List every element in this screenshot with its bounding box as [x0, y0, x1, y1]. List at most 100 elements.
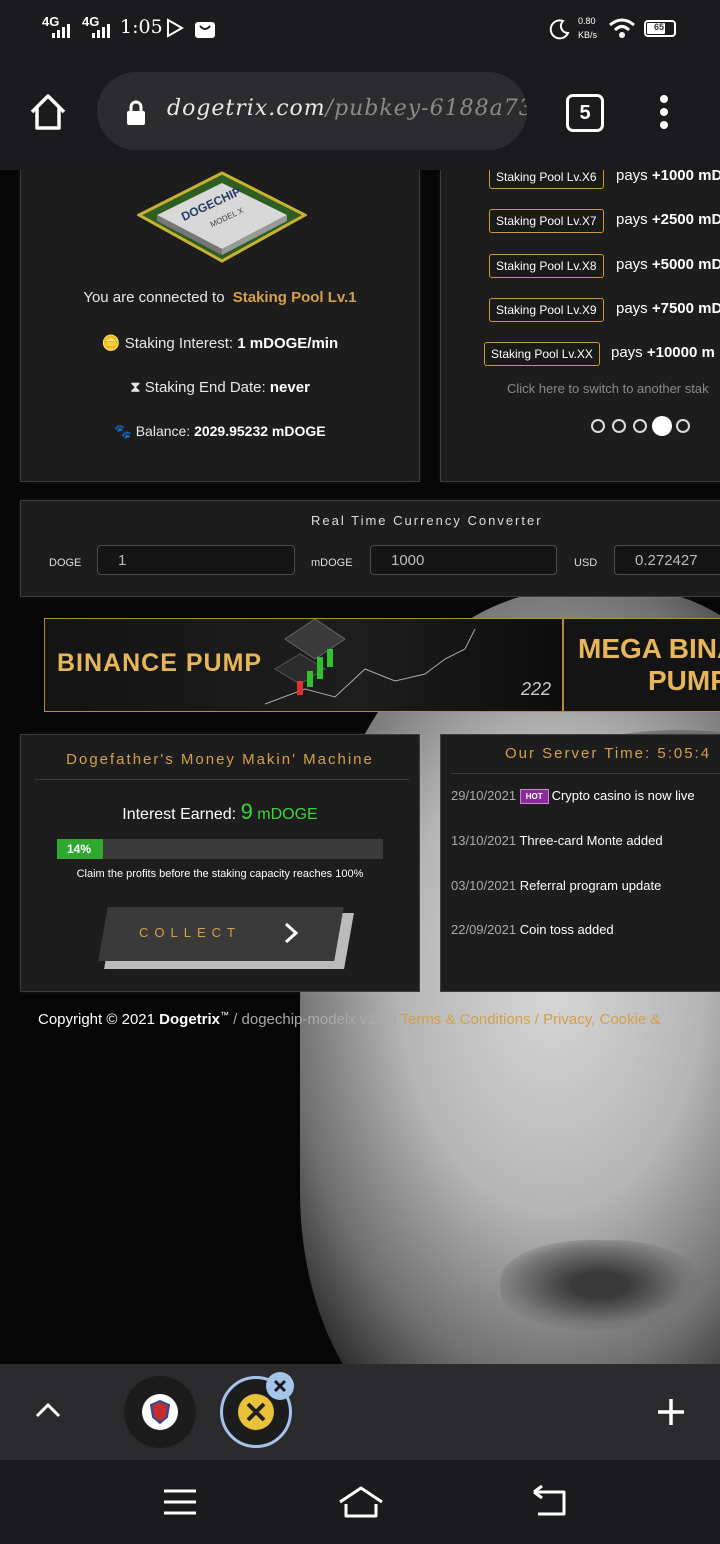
mdoge-input[interactable]: 1000 [370, 545, 557, 575]
privacy-link[interactable]: Privacy, Cookie & [543, 1011, 660, 1028]
claim-note: Claim the profits before the staking cap… [76, 868, 364, 880]
interest-value: 1 mDOGE/min [237, 335, 339, 352]
carousel-dot-3[interactable] [633, 419, 647, 433]
pool-list-panel: Staking Pool Lv.X6 pays +1000 mD Staking… [440, 170, 720, 482]
carousel-dot-1[interactable] [591, 419, 605, 433]
lock-icon [127, 100, 145, 125]
terms-link[interactable]: Terms & Conditions [401, 1011, 531, 1028]
news-divider [451, 773, 720, 774]
end-date-value: never [269, 379, 310, 396]
pool-pays-x9: pays +7500 mD [616, 300, 720, 317]
back-icon[interactable] [528, 1484, 570, 1518]
end-date-label: Staking End Date: [144, 379, 266, 396]
pool-pays-x7: pays +2500 mD [616, 211, 720, 228]
tab-switcher-button[interactable]: 5 [566, 94, 604, 132]
play-store-icon [167, 18, 184, 38]
doge-input[interactable]: 1 [97, 545, 295, 575]
dogechip-logo: DOGECHIP MODEL X [135, 171, 309, 267]
collect-button[interactable]: COLLECT [98, 907, 354, 969]
doge-label: DOGE [49, 557, 82, 569]
wifi-icon [609, 18, 635, 38]
pool-pays-xx: pays +10000 m [611, 344, 715, 361]
progress-label: 14% [67, 842, 92, 856]
carousel-dot-2[interactable] [612, 419, 626, 433]
coins-icon: 🪙 [101, 335, 121, 352]
interest-line: 🪙 Staking Interest: 1 mDOGE/min [21, 334, 419, 352]
tab-thumbnail-1[interactable] [124, 1376, 196, 1448]
binance-pump-banner[interactable]: BINANCE PUMP 222 [44, 618, 563, 712]
trademark: ™ [220, 1010, 229, 1020]
home-icon[interactable] [28, 92, 68, 132]
pool-pays-x6: pays +1000 mD [616, 170, 720, 184]
clock: 1:05 [120, 16, 163, 38]
pool-button-x6[interactable]: Staking Pool Lv.X6 [489, 170, 604, 189]
url-text: dogetrix.com/pubkey-6188a73fa [167, 96, 527, 121]
shopping-bag-icon [195, 22, 215, 38]
collect-label: COLLECT [139, 925, 241, 940]
pool-button-x9[interactable]: Staking Pool Lv.X9 [489, 298, 604, 322]
status-bar: 4G 4G 1:05 0.80 KB/s 65 [0, 0, 720, 58]
balance-label: Balance: [135, 423, 191, 439]
address-bar[interactable]: dogetrix.com/pubkey-6188a73fa [97, 72, 527, 150]
news-item[interactable]: 22/09/2021 Coin toss added [451, 922, 614, 937]
footer-brand: Dogetrix [159, 1011, 220, 1028]
news-item[interactable]: 13/10/2021 Three-card Monte added [451, 833, 663, 848]
paw-icon: 🐾 [114, 423, 132, 439]
speed-value: 0.80 [578, 16, 596, 26]
more-menu-icon[interactable] [656, 94, 672, 130]
banner-count: 222 [521, 679, 552, 699]
machine-title: Dogefather's Money Makin' Machine [66, 751, 374, 768]
footer-version: / dogechip-modelx v1.2b [233, 1011, 397, 1028]
connected-pool[interactable]: Staking Pool Lv.1 [233, 289, 357, 306]
copyright-icon: © [106, 1011, 118, 1028]
new-tab-plus-icon[interactable] [656, 1397, 686, 1427]
usd-label: USD [574, 557, 598, 569]
signal-icon [52, 24, 70, 38]
battery-level: 65 [654, 22, 665, 32]
mdoge-label: mDOGE [311, 557, 353, 569]
dogetrix-favicon-icon [246, 1402, 266, 1422]
copyright-year: 2021 [121, 1011, 155, 1028]
home-nav-icon[interactable] [336, 1484, 386, 1520]
web-page: DOGECHIP MODEL X You are connected to St… [0, 170, 720, 1364]
banner-title: BINANCE PUMP [57, 649, 263, 677]
shield-favicon-icon [150, 1400, 170, 1424]
mega-banner-line2: PUMP [648, 665, 720, 696]
switch-pool-hint[interactable]: Click here to switch to another stak [507, 381, 709, 396]
usd-input[interactable]: 0.272427 [614, 545, 720, 575]
interest-earned-value: 9 [240, 799, 253, 824]
pool-pays-x8: pays +5000 mD [616, 256, 720, 273]
url-host: dogetrix.com [167, 96, 326, 121]
close-icon [273, 1379, 287, 1393]
money-machine-panel: Dogefather's Money Makin' Machine Intere… [20, 734, 420, 992]
interest-earned-label: Interest Earned: [122, 806, 237, 823]
mega-banner-line1: MEGA BINA [578, 633, 720, 664]
interest-label: Staking Interest: [124, 335, 234, 352]
pool-button-xx[interactable]: Staking Pool Lv.XX [484, 342, 600, 366]
pool-button-x8[interactable]: Staking Pool Lv.X8 [489, 254, 604, 278]
chevron-up-icon[interactable] [34, 1400, 62, 1420]
background-portrait-mouth [500, 1240, 700, 1330]
tab-strip [0, 1364, 720, 1460]
close-tab-button[interactable] [266, 1372, 294, 1400]
battery-icon: 65 [644, 20, 676, 37]
carousel-dot-5[interactable] [676, 419, 690, 433]
currency-converter: Real Time Currency Converter DOGE 1 mDOG… [20, 500, 720, 597]
browser-toolbar: dogetrix.com/pubkey-6188a73fa 5 [0, 58, 720, 171]
pool-button-x7[interactable]: Staking Pool Lv.X7 [489, 209, 604, 233]
menu-icon[interactable] [162, 1487, 198, 1517]
news-item[interactable]: 29/10/2021 HOT Crypto casino is now live [451, 788, 695, 805]
chevron-right-icon [284, 922, 299, 944]
end-date-line: ⧗ Staking End Date: never [21, 379, 419, 396]
system-navigation-bar [0, 1460, 720, 1544]
carousel-dot-4-active[interactable] [652, 416, 672, 436]
footer: Copyright © 2021 Dogetrix™ / dogechip-mo… [38, 1010, 660, 1028]
moon-icon [549, 19, 570, 40]
mega-binance-banner[interactable]: MEGA BINA PUMP [563, 618, 720, 712]
connected-prefix: You are connected to [83, 289, 225, 306]
connected-line: You are connected to Staking Pool Lv.1 [21, 289, 419, 306]
banner-chart-graphic [264, 619, 476, 705]
signal-icon-2 [92, 24, 110, 38]
news-item[interactable]: 03/10/2021 Referral program update [451, 878, 661, 893]
balance-value: 2029.95232 mDOGE [194, 423, 326, 439]
